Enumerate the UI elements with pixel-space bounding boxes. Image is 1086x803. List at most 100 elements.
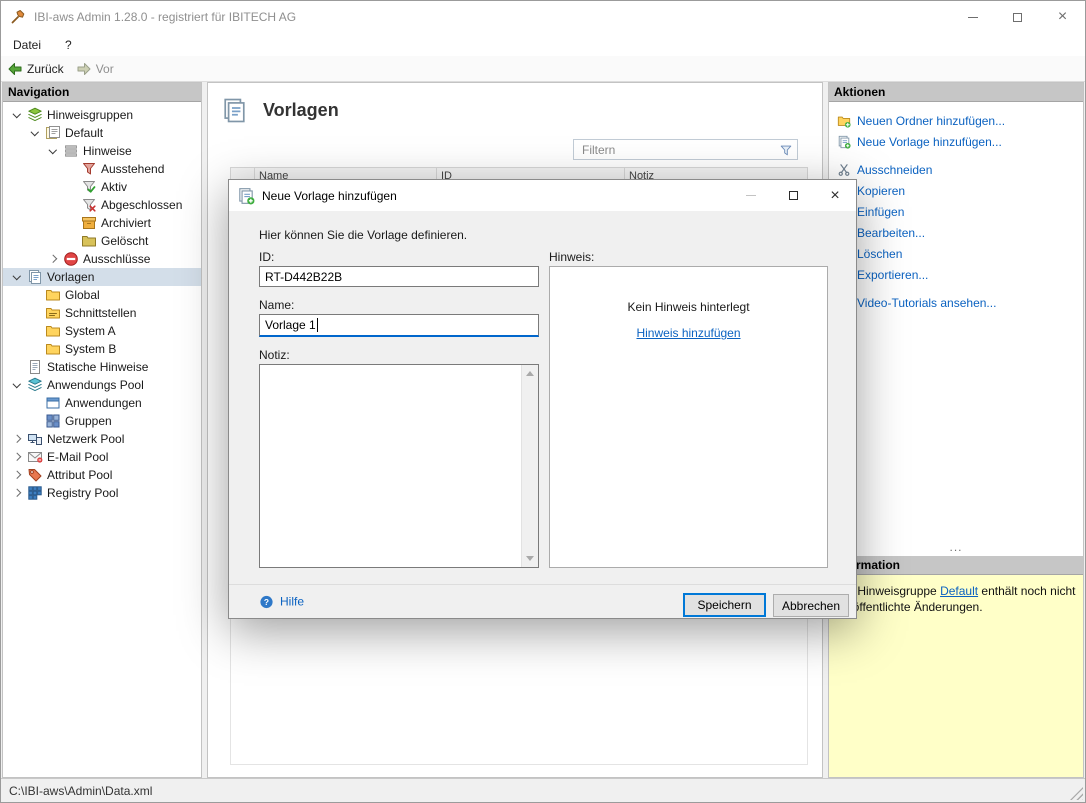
dialog-close-button[interactable]: × [814, 180, 856, 211]
splitter-grip[interactable]: ... [829, 543, 1083, 556]
cancel-button[interactable]: Abbrechen [773, 594, 849, 617]
back-label: Zurück [27, 62, 64, 76]
tree-item-label: Anwendungen [65, 396, 142, 410]
action-bearbeiten[interactable]: Bearbeiten... [829, 222, 1083, 243]
tree-item-abgeschlossen[interactable]: Abgeschlossen [3, 196, 201, 214]
tree-item-schnittstellen[interactable]: Schnittstellen [3, 304, 201, 322]
tree-item-anwendungs-pool[interactable]: Anwendungs Pool [3, 376, 201, 394]
tree-item-archiviert[interactable]: Archiviert [3, 214, 201, 232]
action-exportieren[interactable]: Exportieren... [829, 264, 1083, 285]
filter-funnel-icon[interactable] [779, 143, 793, 157]
forward-button[interactable]: Vor [76, 61, 114, 77]
action-label: Neuen Ordner hinzufügen... [857, 114, 1005, 128]
tree-item-global[interactable]: Global [3, 286, 201, 304]
tree-item-registry-pool[interactable]: Registry Pool [3, 484, 201, 502]
dialog-footer: ? Hilfe Speichern Abbrechen [229, 584, 856, 618]
help-link[interactable]: ? Hilfe [259, 594, 304, 609]
action-ausschneiden[interactable]: Ausschneiden [829, 159, 1083, 180]
tree-item-system-a[interactable]: System A [3, 322, 201, 340]
chevron-spacer [27, 414, 45, 428]
action-neue-vorlage-hinzufügen[interactable]: Neue Vorlage hinzufügen... [829, 131, 1083, 152]
actions-header: Aktionen [829, 83, 1083, 102]
chevron-down-icon[interactable] [9, 378, 27, 392]
filter-row [208, 139, 822, 160]
notiz-scrollbar[interactable] [521, 365, 538, 567]
dialog-maximize-button[interactable] [772, 180, 814, 211]
chevron-right-icon[interactable] [9, 432, 27, 446]
registry-icon [27, 485, 43, 501]
menubar: Datei ? [1, 33, 1085, 56]
default-group-link[interactable]: Default [940, 584, 978, 598]
action-group-separator [829, 152, 1083, 159]
action-kopieren[interactable]: Kopieren [829, 180, 1083, 201]
resize-grip[interactable] [1070, 787, 1083, 800]
back-button[interactable]: Zurück [7, 61, 64, 77]
chevron-right-icon[interactable] [9, 486, 27, 500]
tree-item-ausschlüsse[interactable]: Ausschlüsse [3, 250, 201, 268]
save-button[interactable]: Speichern [683, 593, 766, 617]
templates-icon [27, 269, 43, 285]
tree-item-netzwerk-pool[interactable]: Netzwerk Pool [3, 430, 201, 448]
tree-item-hinweise[interactable]: Hinweise [3, 142, 201, 160]
template-plus-icon [837, 135, 851, 149]
folder-icon [45, 287, 61, 303]
name-field[interactable]: Vorlage 1 [259, 314, 539, 337]
app-window: IBI-aws Admin 1.28.0 - registriert für I… [0, 0, 1086, 803]
menu-item-datei[interactable]: Datei [13, 38, 41, 52]
action-label: Löschen [857, 247, 902, 261]
tree-item-label: System A [65, 324, 116, 338]
add-hinweis-link[interactable]: Hinweis hinzufügen [636, 326, 740, 340]
tree-item-attribut-pool[interactable]: Attribut Pool [3, 466, 201, 484]
tree-item-label: Hinweisgruppen [47, 108, 133, 122]
chevron-down-icon[interactable] [27, 126, 45, 140]
dialog-description: Hier können Sie die Vorlage definieren. [259, 228, 467, 242]
folder-icon [45, 323, 61, 339]
chevron-spacer [63, 198, 81, 212]
chevron-right-icon[interactable] [9, 450, 27, 464]
chevron-right-icon[interactable] [9, 468, 27, 482]
chevron-spacer [63, 234, 81, 248]
actions-panel: Aktionen Neuen Ordner hinzufügen... Neue … [828, 82, 1084, 778]
tree-item-e-mail-pool[interactable]: E-Mail Pool [3, 448, 201, 466]
chevron-down-icon[interactable] [9, 270, 27, 284]
tree-item-aktiv[interactable]: Aktiv [3, 178, 201, 196]
menu-item-help[interactable]: ? [65, 38, 72, 52]
tree-item-label: Attribut Pool [47, 468, 112, 482]
action-label: Video-Tutorials ansehen... [857, 296, 996, 310]
chevron-down-icon[interactable] [9, 108, 27, 122]
tree-item-ausstehend[interactable]: Ausstehend [3, 160, 201, 178]
dialog-window-controls: × [730, 180, 856, 211]
tree-item-hinweisgruppen[interactable]: Hinweisgruppen [3, 106, 201, 124]
tree-item-statische-hinweise[interactable]: Statische Hinweise [3, 358, 201, 376]
statusbar: C:\IBI-aws\Admin\Data.xml [1, 778, 1085, 802]
tree-item-label: Schnittstellen [65, 306, 136, 320]
tree-item-gruppen[interactable]: Gruppen [3, 412, 201, 430]
filter-input[interactable] [580, 142, 779, 158]
scroll-down-icon[interactable] [526, 556, 534, 561]
actions-list: Neuen Ordner hinzufügen... Neue Vorlage h… [829, 102, 1083, 543]
notiz-field[interactable] [259, 364, 539, 568]
layers-green-icon [27, 107, 43, 123]
tree-item-gelöscht[interactable]: Gelöscht [3, 232, 201, 250]
tree-item-default[interactable]: Default [3, 124, 201, 142]
tree-item-label: Abgeschlossen [101, 198, 182, 212]
chevron-down-icon[interactable] [45, 144, 63, 158]
tree-item-system-b[interactable]: System B [3, 340, 201, 358]
action-video-tutorials-ansehen[interactable]: Video-Tutorials ansehen... [829, 292, 1083, 313]
id-field[interactable]: RT-D442B22B [259, 266, 539, 287]
minimize-button[interactable] [950, 1, 995, 33]
tree-item-label: Anwendungs Pool [47, 378, 144, 392]
action-label: Neue Vorlage hinzufügen... [857, 135, 1002, 149]
action-einfügen[interactable]: Einfügen [829, 201, 1083, 222]
tree-item-vorlagen[interactable]: Vorlagen [3, 268, 201, 286]
tree-item-anwendungen[interactable]: Anwendungen [3, 394, 201, 412]
scroll-up-icon[interactable] [526, 371, 534, 376]
action-neuen-ordner-hinzufügen[interactable]: Neuen Ordner hinzufügen... [829, 110, 1083, 131]
page-title: Vorlagen [263, 100, 339, 121]
funnel-red-icon [81, 161, 97, 177]
close-button[interactable]: × [1040, 1, 1085, 33]
name-value: Vorlage 1 [265, 318, 316, 332]
chevron-right-icon[interactable] [45, 252, 63, 266]
action-löschen[interactable]: Löschen [829, 243, 1083, 264]
maximize-button[interactable] [995, 1, 1040, 33]
